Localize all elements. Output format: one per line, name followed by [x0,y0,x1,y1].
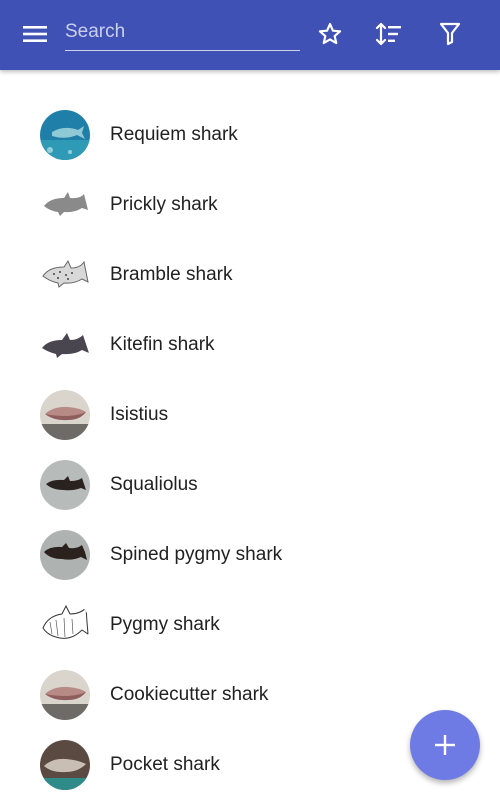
shark-thumbnail [40,740,90,790]
app-bar [0,0,500,70]
list-item[interactable]: Spined pygmy shark [0,520,500,590]
plus-icon [435,735,455,755]
favorites-button[interactable] [310,14,350,54]
list-item-label: Requiem shark [110,124,238,145]
list-item-label: Spined pygmy shark [110,544,283,565]
shark-thumbnail [40,320,90,370]
add-button[interactable] [410,710,480,780]
menu-button[interactable] [15,14,55,54]
shark-thumbnail [40,250,90,300]
filter-icon [439,22,461,46]
list-item[interactable]: Prickly shark [0,170,500,240]
search-input[interactable] [65,14,300,50]
shark-thumbnail [40,390,90,440]
star-outline-icon [318,22,342,45]
shark-thumbnail [40,600,90,650]
list-item-label: Bramble shark [110,264,233,285]
list-item[interactable]: Kitefin shark [0,310,500,380]
list-item[interactable]: Squaliolus [0,450,500,520]
menu-icon [23,26,47,42]
shark-thumbnail [40,670,90,720]
list-item[interactable]: Bramble shark [0,240,500,310]
search-field[interactable] [65,14,300,51]
list-item[interactable]: Isistius [0,380,500,450]
shark-thumbnail [40,180,90,230]
list-item[interactable]: Requiem shark [0,100,500,170]
list-item-label: Cookiecutter shark [110,684,269,705]
list-item-label: Squaliolus [110,474,198,495]
shark-list: Requiem shark Prickly shark Bramble shar… [0,100,500,800]
list-item-label: Prickly shark [110,194,218,215]
shark-thumbnail [40,460,90,510]
list-item-label: Isistius [110,404,169,425]
list-item-label: Pocket shark [110,754,220,775]
sort-icon [375,22,401,46]
list-item[interactable]: Pygmy shark [0,590,500,660]
shark-thumbnail [40,530,90,580]
sort-button[interactable] [369,14,409,54]
list-item-label: Kitefin shark [110,334,215,355]
filter-button[interactable] [430,14,470,54]
shark-thumbnail [40,110,90,160]
list-item-label: Pygmy shark [110,614,220,635]
